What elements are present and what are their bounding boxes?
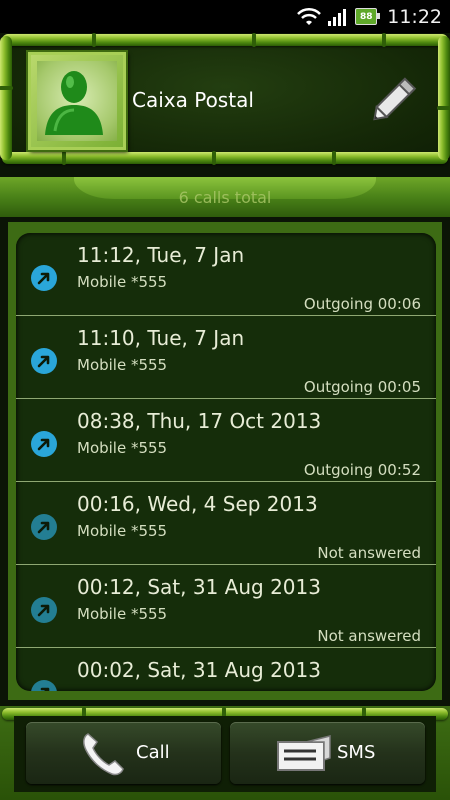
call-log-item[interactable]: 00:12, Sat, 31 Aug 2013 Mobile *555 Not an… [16,565,436,648]
call-log-item[interactable]: 08:38, Thu, 17 Oct 2013 Mobile *555 Outgoi… [16,399,436,482]
call-status: Outgoing 00:06 [303,295,421,313]
bamboo-frame-mid [2,151,448,165]
outgoing-call-icon [31,514,57,540]
call-status: Outgoing 00:05 [303,378,421,396]
contact-name: Caixa Postal [132,88,254,112]
status-bar: 88 11:22 [0,0,450,33]
call-log-item[interactable]: 11:10, Tue, 7 Jan Mobile *555 Outgoing 00:… [16,316,436,399]
call-log-item[interactable]: 11:12, Tue, 7 Jan Mobile *555 Outgoing 00:… [16,233,436,316]
call-time: 11:10, Tue, 7 Jan [77,326,245,350]
status-time: 11:22 [387,5,442,28]
call-button-label: Call [136,742,170,763]
sms-button-label: SMS [337,742,376,763]
call-time: 11:12, Tue, 7 Jan [77,243,245,267]
call-number-type: Mobile *555 [77,273,168,291]
outgoing-call-icon [31,680,57,691]
bamboo-frame-left [0,36,13,160]
call-time: 08:38, Thu, 17 Oct 2013 [77,409,322,433]
call-time: 00:16, Wed, 4 Sep 2013 [77,492,318,516]
bamboo-frame-top [2,33,448,47]
call-log-item[interactable]: 00:02, Sat, 31 Aug 2013 [16,648,436,691]
call-time: 00:02, Sat, 31 Aug 2013 [77,658,321,682]
wifi-icon [297,7,322,25]
call-number-type: Mobile *555 [77,522,168,540]
call-button[interactable]: Call [26,722,221,784]
message-icon [277,735,331,771]
call-number-type: Mobile *555 [77,439,168,457]
status-icons: 88 11:22 [297,4,442,29]
battery-icon: 88 [355,8,381,25]
outgoing-call-icon [31,597,57,623]
call-status: Not answered [317,544,421,562]
calls-total-label: 6 calls total [178,188,272,207]
pencil-icon[interactable] [365,70,425,130]
sms-button[interactable]: SMS [230,722,425,784]
call-log-item[interactable]: 00:16, Wed, 4 Sep 2013 Mobile *555 Not ans… [16,482,436,565]
outgoing-call-icon [31,265,57,291]
outgoing-call-icon [31,431,57,457]
call-status: Not answered [317,627,421,645]
call-status: Outgoing 00:52 [303,461,421,479]
bamboo-frame-right [437,36,450,160]
contact-avatar[interactable] [28,52,126,150]
phone-icon [83,733,124,776]
contact-avatar-icon [45,71,103,135]
outgoing-call-icon [31,348,57,374]
call-number-type: Mobile *555 [77,605,168,623]
signal-icon [328,8,347,26]
call-number-type: Mobile *555 [77,356,168,374]
call-list[interactable]: 11:12, Tue, 7 Jan Mobile *555 Outgoing 00:… [16,233,436,691]
battery-level: 88 [359,11,373,22]
call-time: 00:12, Sat, 31 Aug 2013 [77,575,321,599]
